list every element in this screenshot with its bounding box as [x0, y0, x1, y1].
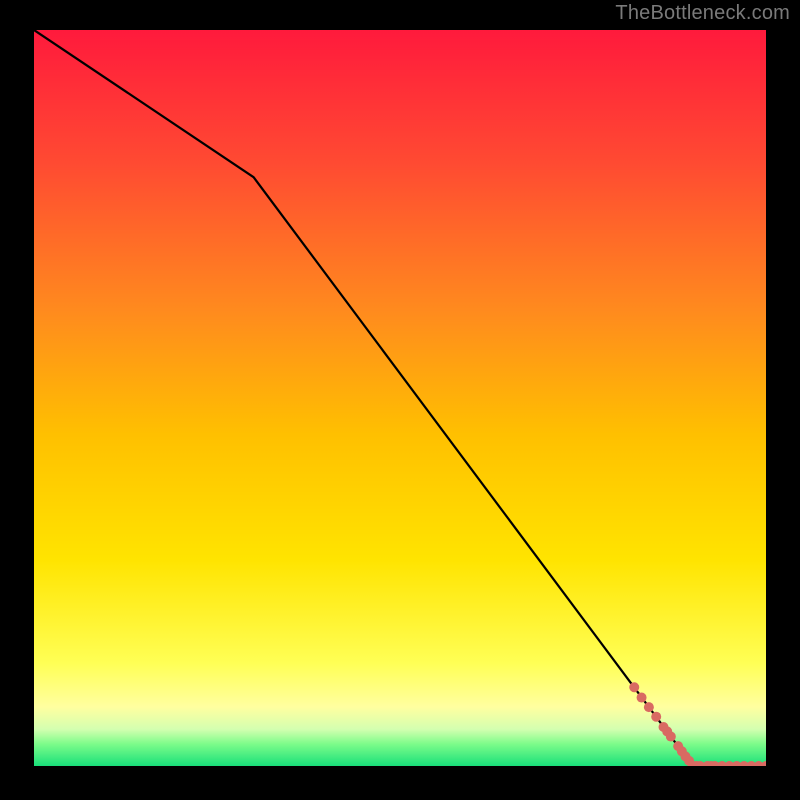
data-point [644, 702, 654, 712]
chart-svg [34, 30, 766, 766]
data-point [666, 732, 676, 742]
gradient-background [34, 30, 766, 766]
data-point [629, 682, 639, 692]
data-point [637, 693, 647, 703]
data-point [651, 712, 661, 722]
attribution-text: TheBottleneck.com [615, 2, 790, 25]
plot-area [34, 30, 766, 766]
chart-frame: TheBottleneck.com [0, 0, 800, 800]
